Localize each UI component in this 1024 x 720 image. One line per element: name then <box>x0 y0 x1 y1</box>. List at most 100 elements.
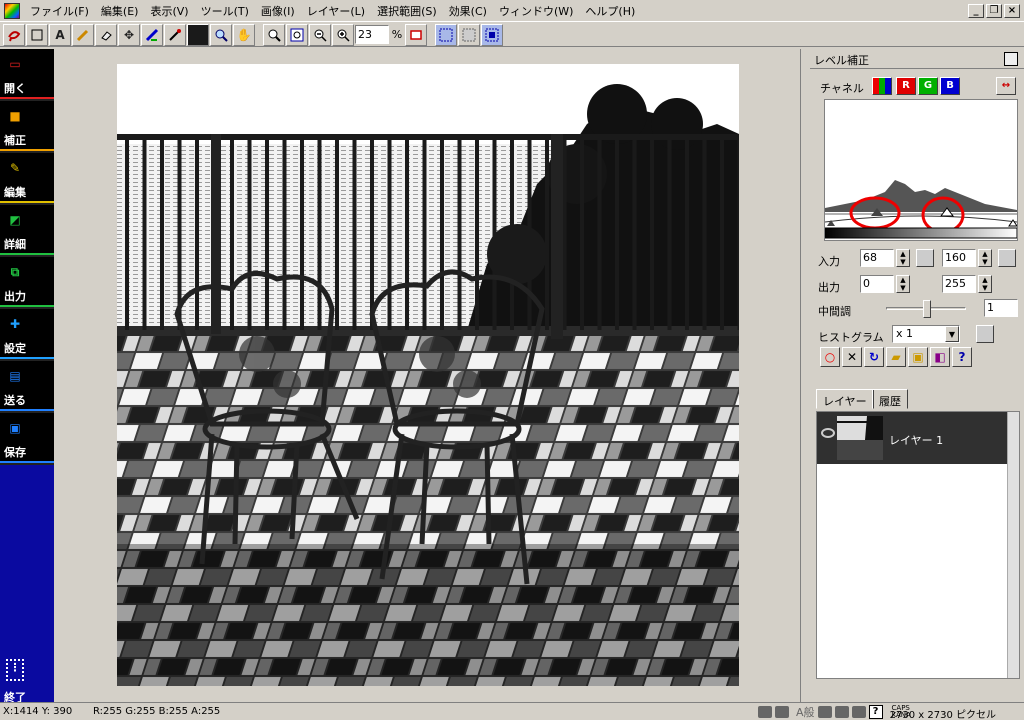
sidebar-item-underline <box>0 357 54 359</box>
correct-icon: ■ <box>9 109 21 123</box>
app-icon[interactable] <box>4 2 20 19</box>
exit-button[interactable]: ⋮ 終了 <box>0 655 54 704</box>
menu-layer[interactable]: レイヤー(L) <box>301 1 371 21</box>
output-low-spinner[interactable]: ▲ ▼ <box>896 275 910 293</box>
save-icon: ▣ <box>9 421 21 435</box>
tab-layers[interactable]: レイヤー <box>816 389 874 409</box>
lasso-tool-icon[interactable] <box>3 23 25 46</box>
restore-button[interactable]: ❐ <box>986 3 1002 18</box>
send-icon: ▤ <box>9 369 21 383</box>
menu-image[interactable]: 画像(I) <box>255 1 301 21</box>
fit-window-icon[interactable] <box>405 23 427 46</box>
layer-row[interactable]: レイヤー 1 <box>817 412 1007 464</box>
sidebar-item-output[interactable]: ⧉ 出力 <box>0 257 54 309</box>
tray-icon-3[interactable] <box>851 706 866 718</box>
layer-scrollbar[interactable] <box>1007 412 1019 678</box>
settings-icon: ✚ <box>9 317 21 331</box>
menu-effects[interactable]: 効果(C) <box>443 1 493 21</box>
menu-help[interactable]: ヘルプ(H) <box>579 1 641 21</box>
chevron-down-icon[interactable]: ▼ <box>945 326 959 342</box>
railing-bar <box>247 138 252 330</box>
open-icon: ▭ <box>9 57 21 71</box>
tray-icon-1[interactable] <box>817 706 832 718</box>
move-tool-icon[interactable]: ✥ <box>118 23 140 46</box>
input-low-field[interactable]: 68 <box>860 249 894 267</box>
railing-bar <box>370 138 374 330</box>
ok-circle-icon[interactable]: ○ <box>820 347 840 367</box>
histogram-display[interactable] <box>824 99 1018 241</box>
zoom-fit-icon[interactable] <box>286 23 308 46</box>
input-low-eyedropper-icon[interactable] <box>916 249 934 267</box>
zoom-in-icon[interactable] <box>332 23 354 46</box>
help-icon[interactable]: ? <box>952 347 972 367</box>
auto-levels-icon[interactable]: ↔ <box>996 77 1016 95</box>
status-help-icon[interactable]: ? <box>868 705 883 719</box>
sidebar-item-settings[interactable]: ✚ 設定 <box>0 309 54 361</box>
minimize-button[interactable]: _ <box>968 3 984 18</box>
view-mode-2-icon[interactable] <box>458 23 480 46</box>
sidebar-item-send[interactable]: ▤ 送る <box>0 361 54 413</box>
zoom-input[interactable] <box>355 25 389 44</box>
open-folder-icon[interactable]: ▰ <box>886 347 906 367</box>
panel-splitter[interactable] <box>800 49 810 702</box>
channel-b-button[interactable]: B <box>940 77 960 95</box>
zoom-actual-icon[interactable] <box>263 23 285 46</box>
output-high-field[interactable]: 255 <box>942 275 976 293</box>
sidebar-item-open[interactable]: ▭ 開く <box>0 49 54 101</box>
menu-bar: ファイル(F) 編集(E) 表示(V) ツール(T) 画像(I) レイヤー(L)… <box>0 0 1024 22</box>
sidebar-item-save[interactable]: ▣ 保存 <box>0 413 54 465</box>
close-button[interactable]: × <box>1004 3 1020 18</box>
view-mode-3-icon[interactable] <box>481 23 503 46</box>
cancel-x-icon[interactable]: ✕ <box>842 347 862 367</box>
reset-icon[interactable]: ↻ <box>864 347 884 367</box>
output-high-spinner[interactable]: ▲ ▼ <box>978 275 992 293</box>
railing-bar <box>737 138 739 330</box>
text-tool-icon[interactable]: A <box>49 23 71 46</box>
midtone-field[interactable]: 1 <box>984 299 1018 317</box>
menu-file[interactable]: ファイル(F) <box>24 1 95 21</box>
menu-edit[interactable]: 編集(E) <box>95 1 145 21</box>
menu-window[interactable]: ウィンドウ(W) <box>493 1 579 21</box>
toolbar: A ✥ ✋ % <box>0 23 1024 47</box>
tray-icon-2[interactable] <box>834 706 849 718</box>
color-swatch[interactable] <box>187 23 209 46</box>
channel-rgb-button[interactable] <box>872 77 892 95</box>
document-image[interactable] <box>117 64 739 686</box>
eye-icon[interactable] <box>821 428 835 438</box>
sidebar-item-correct[interactable]: ■ 補正 <box>0 101 54 153</box>
printer-icon[interactable] <box>758 706 772 718</box>
globe-icon[interactable] <box>775 706 789 718</box>
input-low-spinner[interactable]: ▲ ▼ <box>896 249 910 267</box>
zoom-out-icon[interactable] <box>309 23 331 46</box>
menu-view[interactable]: 表示(V) <box>144 1 194 21</box>
pencil-tool-icon[interactable] <box>72 23 94 46</box>
menu-tools[interactable]: ツール(T) <box>195 1 255 21</box>
panel-toggle-button[interactable] <box>1004 52 1018 66</box>
brush-tool-icon[interactable] <box>141 23 163 46</box>
tab-history[interactable]: 履歴 <box>872 389 908 409</box>
view-mode-1-icon[interactable] <box>435 23 457 46</box>
canvas-workspace[interactable] <box>56 49 800 702</box>
hand-tool-icon[interactable]: ✋ <box>233 23 255 46</box>
input-high-eyedropper-icon[interactable] <box>998 249 1016 267</box>
ime-indicator[interactable]: A般 <box>796 704 815 720</box>
menu-selection[interactable]: 選択範囲(S) <box>371 1 443 21</box>
eraser-tool-icon[interactable] <box>95 23 117 46</box>
sidebar-item-edit[interactable]: ✎ 編集 <box>0 153 54 205</box>
eyedropper-tool-icon[interactable] <box>164 23 186 46</box>
output-low-field[interactable]: 0 <box>860 275 894 293</box>
histogram-scale-select[interactable]: x 1 ▼ <box>892 325 960 343</box>
midtone-slider[interactable] <box>886 300 966 318</box>
channel-r-button[interactable]: R <box>896 77 916 95</box>
preview-window-icon[interactable] <box>976 325 994 343</box>
input-high-spinner[interactable]: ▲ ▼ <box>978 249 992 267</box>
zoom-tool-icon[interactable] <box>210 23 232 46</box>
midtone-slider-thumb[interactable] <box>923 300 931 318</box>
rect-select-tool-icon[interactable] <box>26 23 48 46</box>
channel-g-button[interactable]: G <box>918 77 938 95</box>
sidebar-item-detail[interactable]: ◩ 詳細 <box>0 205 54 257</box>
save-disk-icon[interactable]: ▣ <box>908 347 928 367</box>
split-preview-icon[interactable]: ◧ <box>930 347 950 367</box>
sidebar-item-underline <box>0 201 54 203</box>
input-high-field[interactable]: 160 <box>942 249 976 267</box>
